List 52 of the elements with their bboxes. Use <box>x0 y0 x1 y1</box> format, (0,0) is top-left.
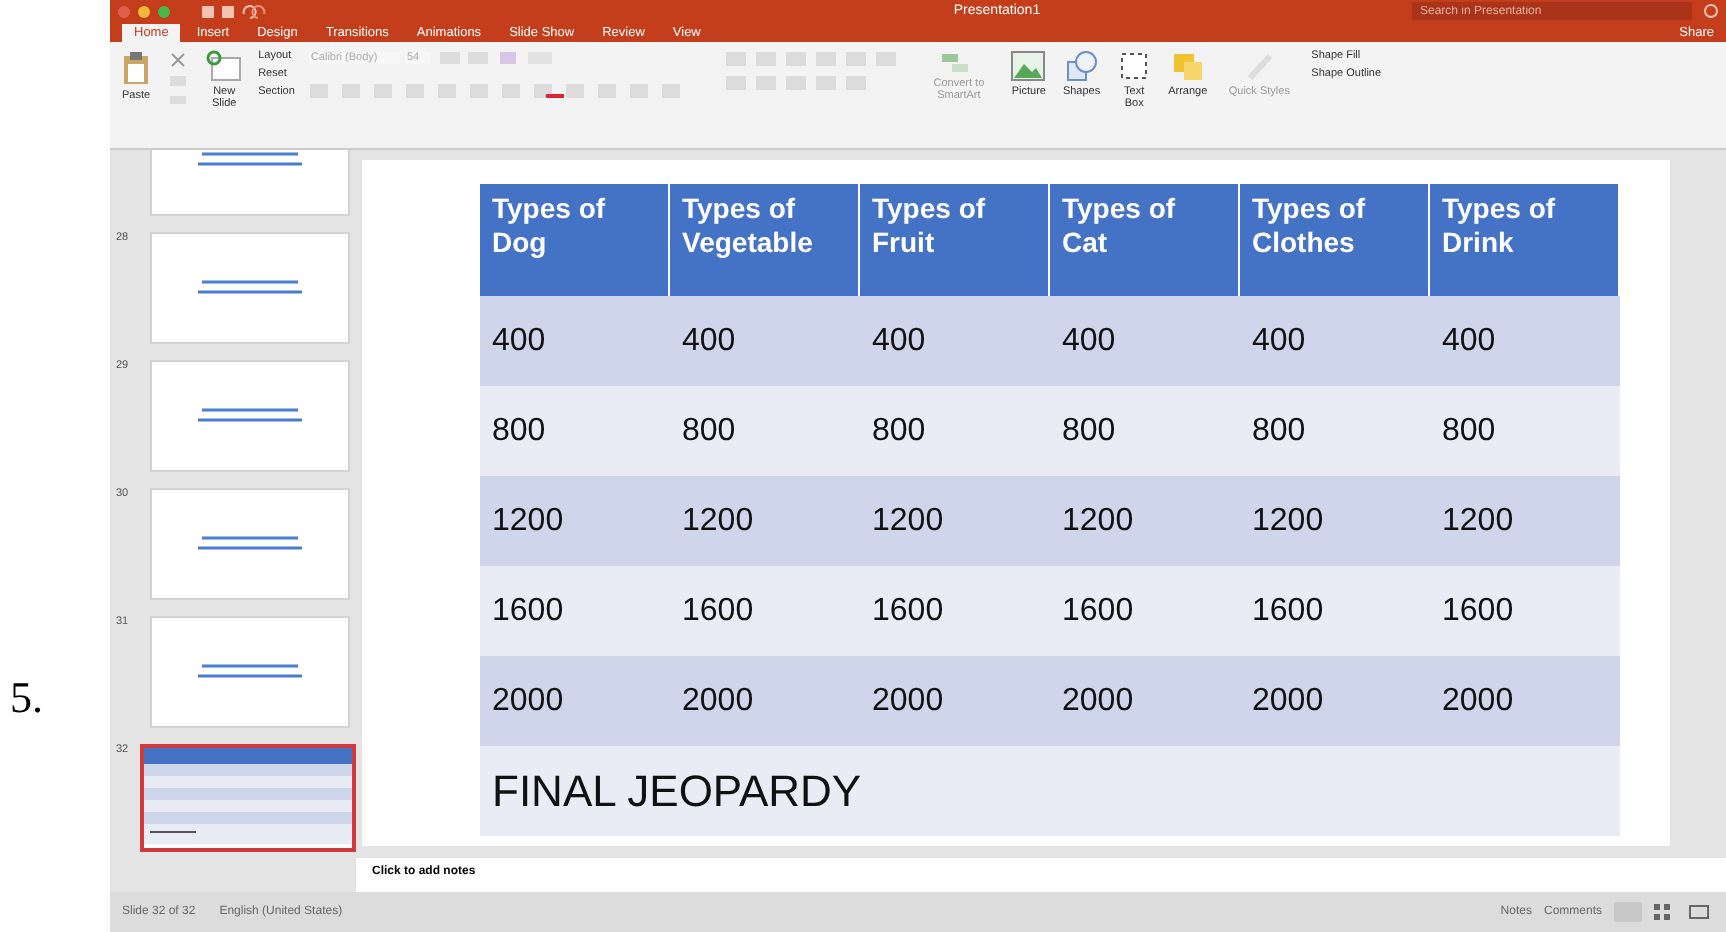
table-cell: 1200 <box>1430 476 1620 566</box>
step-number: 5. <box>8 670 45 726</box>
table-cell: 1600 <box>1430 566 1620 656</box>
table-cell: 800 <box>1430 386 1620 476</box>
clipboard-icon <box>122 50 151 86</box>
table-cell: 1200 <box>860 476 1050 566</box>
font-size-tools-icon[interactable] <box>436 50 557 66</box>
view-buttons-icon[interactable] <box>1614 902 1714 922</box>
table-cell: 400 <box>1430 296 1620 386</box>
table-cell: 400 <box>1050 296 1240 386</box>
table-cell: 400 <box>480 296 670 386</box>
smiley-icon[interactable] <box>1704 4 1718 18</box>
table-cell: 800 <box>1240 386 1430 476</box>
minimize-icon[interactable] <box>138 5 150 17</box>
table-cell: 1600 <box>480 566 670 656</box>
table-cell: 1600 <box>670 566 860 656</box>
table-header-cell: Types of Cat <box>1050 184 1240 296</box>
slide-icon <box>206 50 243 82</box>
table-cell: 800 <box>480 386 670 476</box>
table-cell: 1200 <box>480 476 670 566</box>
table-cell: 400 <box>670 296 860 386</box>
table-cell: 1600 <box>1240 566 1430 656</box>
table-cell: FINAL JEOPARDY <box>480 746 1620 836</box>
table-cell: 800 <box>670 386 860 476</box>
close-icon[interactable] <box>118 5 130 17</box>
table-cell: 400 <box>860 296 1050 386</box>
table-cell: 400 <box>1240 296 1430 386</box>
table-cell: 1600 <box>1050 566 1240 656</box>
maximize-icon[interactable] <box>158 5 170 17</box>
table-cell: 2000 <box>670 656 860 746</box>
arrange-icon <box>1169 50 1206 82</box>
table-cell: 2000 <box>1050 656 1240 746</box>
picture-icon <box>1010 50 1047 82</box>
table-header-cell: Types of Dog <box>480 184 670 296</box>
table-header-cell: Types of Clothes <box>1240 184 1430 296</box>
text-box-icon <box>1118 50 1151 82</box>
shapes-icon <box>1063 50 1100 82</box>
table-header-cell: Types of Fruit <box>860 184 1050 296</box>
table-cell: 1200 <box>1050 476 1240 566</box>
table-cell: 1200 <box>670 476 860 566</box>
slide-canvas[interactable] <box>362 160 1670 846</box>
table-cell: 1600 <box>860 566 1050 656</box>
table-cell: 2000 <box>860 656 1050 746</box>
table-cell: 2000 <box>1430 656 1620 746</box>
table-cell: 800 <box>1050 386 1240 476</box>
clipboard-tools-icon[interactable] <box>166 50 191 110</box>
table-cell: 2000 <box>480 656 670 746</box>
table-cell: 2000 <box>1240 656 1430 746</box>
table-cell: 1200 <box>1240 476 1430 566</box>
table-header-cell: Types of Vegetable <box>670 184 860 296</box>
table-cell: 800 <box>860 386 1050 476</box>
table-header-cell: Types of Drink <box>1430 184 1620 296</box>
